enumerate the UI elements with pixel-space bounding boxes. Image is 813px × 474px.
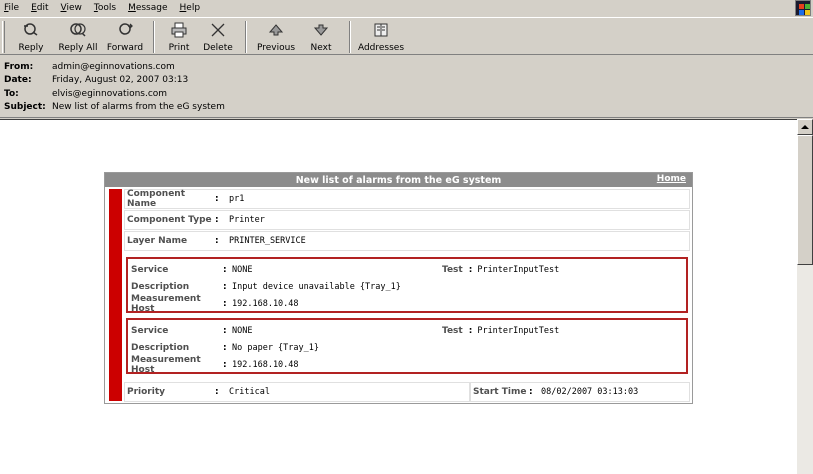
previous-button[interactable]: Previous [253,18,299,54]
reply-all-icon [68,21,88,39]
row-component-name: Component Name : pr1 [124,189,690,209]
subject-value: New list of alarms from the eG system [52,102,225,113]
address-book-icon [371,21,391,39]
addresses-button[interactable]: Addresses [357,18,405,54]
menu-file[interactable]: File [4,3,19,13]
next-button[interactable]: Next [299,18,343,54]
menu-bar: File Edit View Tools Message Help [0,0,813,16]
alarm-box: Service : NONE Test : PrinterInputTest D… [126,257,688,314]
alarm-host-row: Measurement Host : 192.168.10.48 [131,293,299,314]
to-value[interactable]: elvis@eginnovations.com [52,89,167,99]
alarm-description-row: Description : No paper {Tray_1} [131,342,319,353]
menu-tools[interactable]: Tools [94,3,116,13]
forward-button[interactable]: Forward [103,18,147,54]
menu-message[interactable]: Message [128,3,167,13]
row-priority: Priority : Critical Start Time : 08/02/2… [124,382,690,402]
up-triangle-icon [801,125,809,129]
priority-cell: Priority : Critical [124,382,470,402]
menu-view[interactable]: View [61,3,82,13]
forward-icon [115,21,135,39]
row-layer-name: Layer Name : PRINTER_SERVICE [124,231,690,251]
scroll-up-button[interactable] [797,119,813,135]
header-to: To: elvis@eginnovations.com [4,88,168,99]
delete-button[interactable]: Delete [197,18,239,54]
reply-icon [21,21,41,39]
menu-help[interactable]: Help [180,3,201,13]
message-body: New list of alarms from the eG system Ho… [0,119,797,474]
toolbar-separator [245,21,247,53]
header-subject: Subject: New list of alarms from the eG … [4,102,225,113]
date-value: Friday, August 02, 2007 03:13 [52,75,189,86]
alarm-host-row: Measurement Host : 192.168.10.48 [131,354,299,375]
toolbar: Reply Reply All Forward Print Delete Pre… [0,17,813,55]
printer-icon [169,21,189,39]
alarm-test-row: Test : PrinterInputTest [442,264,560,275]
report-title-bar: New list of alarms from the eG system Ho… [105,173,692,187]
report-title: New list of alarms from the eG system [295,174,502,186]
header-from: From: admin@eginnovations.com [4,61,175,72]
alarm-service-row: Service : NONE [131,264,253,275]
email-viewer-window: File Edit View Tools Message Help Reply … [0,0,813,474]
windows-logo-icon [795,0,811,16]
reply-all-button[interactable]: Reply All [53,18,103,54]
print-button[interactable]: Print [161,18,197,54]
toolbar-separator [153,21,155,53]
reply-button[interactable]: Reply [9,18,53,54]
severity-bar [109,189,122,401]
from-value[interactable]: admin@eginnovations.com [52,62,175,72]
alarm-description-row: Description : Input device unavailable {… [131,281,401,292]
menu-edit[interactable]: Edit [31,3,48,13]
alarm-box: Service : NONE Test : PrinterInputTest D… [126,318,688,375]
home-link[interactable]: Home [657,174,686,184]
alarm-report: New list of alarms from the eG system Ho… [104,172,693,404]
scroll-thumb[interactable] [797,135,813,265]
toolbar-separator [349,21,351,53]
header-date: Date: Friday, August 02, 2007 03:13 [4,75,189,86]
alarm-test-row: Test : PrinterInputTest [442,325,560,336]
toolbar-grip[interactable] [2,21,5,53]
row-component-type: Component Type : Printer [124,210,690,230]
delete-x-icon [208,21,228,39]
message-headers: From: admin@eginnovations.com Date: Frid… [0,56,813,118]
start-time-cell: Start Time : 08/02/2007 03:13:03 [470,382,690,402]
down-arrow-icon [311,21,331,39]
vertical-scrollbar[interactable] [797,119,813,474]
alarm-service-row: Service : NONE [131,325,253,336]
up-arrow-icon [266,21,286,39]
